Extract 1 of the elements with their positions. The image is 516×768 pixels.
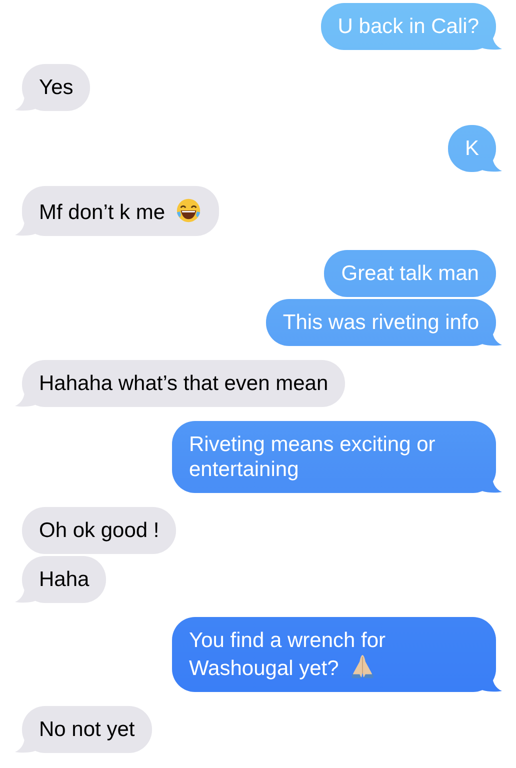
laughing-face-icon bbox=[175, 197, 202, 224]
